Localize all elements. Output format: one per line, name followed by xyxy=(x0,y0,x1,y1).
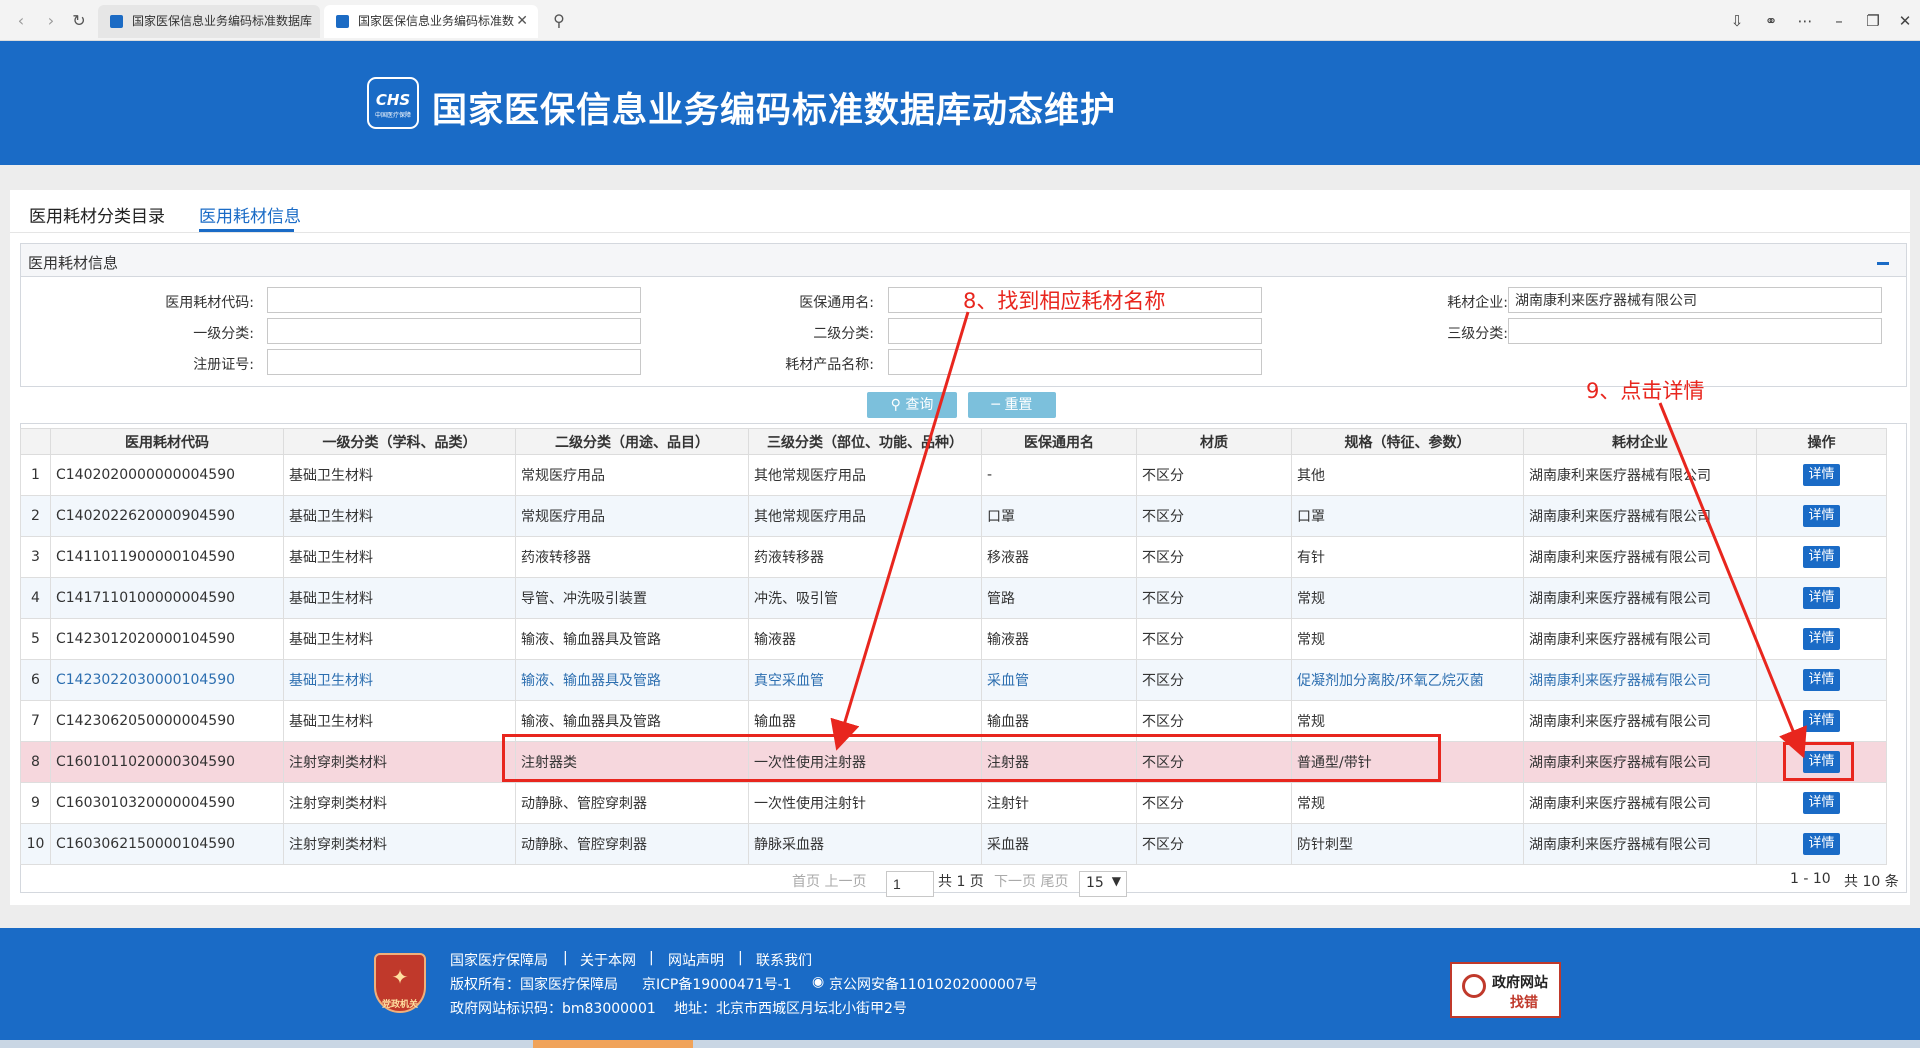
footer-site-code: 政府网站标识码：bm83000001 xyxy=(450,1001,656,1017)
party-government-emblem-icon: 党政机关 ✦ xyxy=(374,953,426,1013)
arrow-to-row xyxy=(830,311,970,751)
arrow-to-detail xyxy=(1658,402,1807,759)
footer-sep-3: | xyxy=(738,950,743,966)
annotation-arrows xyxy=(830,311,1807,759)
footer-link-statement[interactable]: 网站声明 xyxy=(668,950,724,970)
report-line-2: 找错 xyxy=(1510,995,1538,1011)
footer-bottom-strip xyxy=(0,1040,1920,1048)
footer-icp[interactable]: 京ICP备19000471号-1 xyxy=(642,974,792,994)
footer-link-about[interactable]: 关于本网 xyxy=(580,950,636,970)
report-line-1: 政府网站 xyxy=(1492,975,1548,991)
footer-sep-1: | xyxy=(563,950,568,966)
footer-police[interactable]: 京公网安备11010202000007号 xyxy=(829,974,1038,994)
emblem-mark-icon: ✦ xyxy=(391,965,409,989)
footer-copyright: 版权所有：国家医疗保障局 xyxy=(450,977,618,993)
report-error-badge[interactable]: 政府网站 找错 xyxy=(1450,962,1561,1018)
footer-link-contact[interactable]: 联系我们 xyxy=(756,950,812,970)
footer-accent-segment xyxy=(533,1040,693,1048)
magnifier-icon xyxy=(1462,974,1486,998)
footer-sep-2: | xyxy=(649,950,654,966)
emblem-text: 党政机关 xyxy=(381,1000,418,1010)
police-badge-icon: ◉ xyxy=(812,974,825,990)
footer-address: 地址：北京市西城区月坛北小街甲2号 xyxy=(674,1001,907,1017)
footer-link-nhsa[interactable]: 国家医疗保障局 xyxy=(450,950,548,970)
